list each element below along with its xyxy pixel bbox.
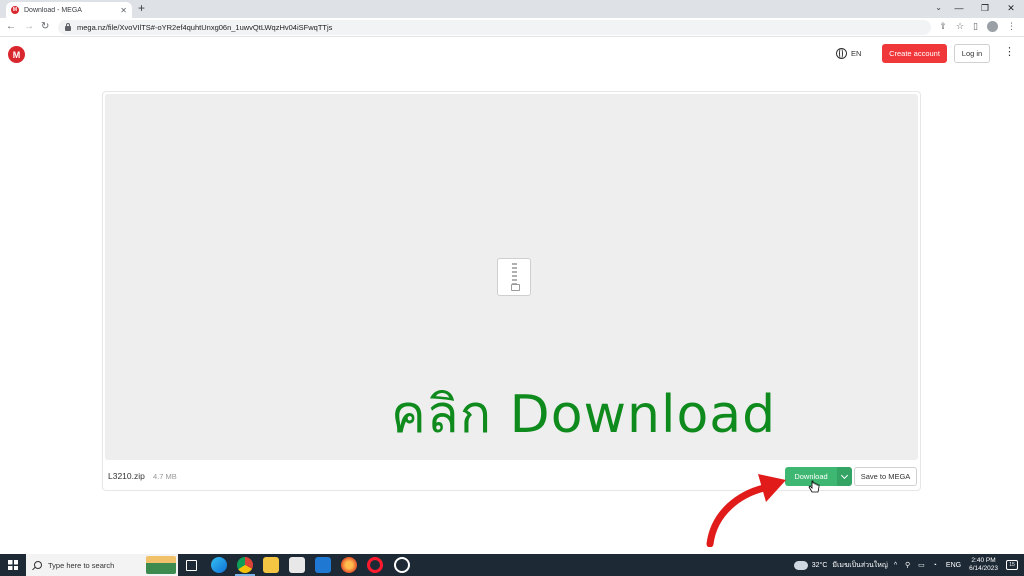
taskbar-clock[interactable]: 2:40 PM 6/14/2023 bbox=[969, 557, 998, 573]
restore-icon[interactable]: ❐ bbox=[972, 0, 998, 18]
red-arrow-icon bbox=[706, 474, 786, 547]
language-selector[interactable]: EN bbox=[836, 48, 861, 59]
window-close-icon[interactable]: ✕ bbox=[998, 0, 1024, 18]
mega-favicon-icon: M bbox=[11, 6, 19, 14]
browser-tabstrip: M Download - MEGA ✕ + ⌄ — ❐ ✕ bbox=[0, 0, 1024, 18]
mega-logo[interactable]: M bbox=[8, 46, 25, 63]
chrome-browser-icon[interactable] bbox=[237, 557, 253, 573]
file-size: 4.7 MB bbox=[153, 472, 177, 481]
input-language[interactable]: ENG bbox=[946, 562, 961, 569]
globe-icon bbox=[836, 48, 847, 59]
tab-search-chevron-icon[interactable]: ⌄ bbox=[935, 3, 942, 12]
overlay-instruction-text: คลิก Download bbox=[391, 385, 777, 445]
chevron-down-icon bbox=[840, 471, 849, 479]
browser-toolbar: ← → ↻ mega.nz/file/XvoVIlTS#-oYR2ef4quht… bbox=[0, 18, 1024, 37]
system-tray: 32°C มีเมฆเป็นส่วนใหญ่ ^ ⚲ ▭ ◔ ENG 2:40 … bbox=[793, 554, 1024, 576]
bookmark-star-icon[interactable]: ☆ bbox=[956, 21, 964, 32]
reload-icon[interactable]: ↻ bbox=[41, 21, 49, 32]
store-icon[interactable] bbox=[289, 557, 305, 573]
notification-icon[interactable]: 15 bbox=[1006, 560, 1018, 570]
download-options-button[interactable] bbox=[837, 467, 852, 486]
lock-icon[interactable] bbox=[65, 23, 71, 31]
profile-avatar[interactable] bbox=[987, 21, 998, 32]
address-bar[interactable]: mega.nz/file/XvoVIlTS#-oYR2ef4quhtUnxg06… bbox=[58, 20, 931, 35]
tab-title: Download - MEGA bbox=[24, 6, 82, 14]
zip-file-icon bbox=[497, 258, 531, 296]
side-panel-icon[interactable]: ▯ bbox=[973, 21, 978, 32]
file-name: L3210.zip bbox=[108, 471, 145, 481]
windows-start-icon[interactable] bbox=[8, 560, 18, 570]
create-account-button[interactable]: Create account bbox=[882, 44, 947, 63]
window-controls: — ❐ ✕ bbox=[946, 0, 1024, 18]
firefox-icon[interactable] bbox=[341, 557, 357, 573]
opera-icon[interactable] bbox=[367, 557, 383, 573]
minimize-icon[interactable]: — bbox=[946, 0, 972, 18]
file-explorer-icon[interactable] bbox=[263, 557, 279, 573]
tab-close-icon[interactable]: ✕ bbox=[120, 6, 127, 15]
file-preview-card: คลิก Download L3210.zip 4.7 MB Download … bbox=[102, 91, 921, 491]
toolbar-actions: ⇪ ☆ ▯ ⋮ bbox=[939, 21, 1016, 32]
back-arrow-icon[interactable]: ← bbox=[6, 21, 16, 32]
url-text: mega.nz/file/XvoVIlTS#-oYR2ef4quhtUnxg06… bbox=[77, 23, 333, 32]
weather-description[interactable]: มีเมฆเป็นส่วนใหญ่ bbox=[832, 560, 887, 571]
browser-menu-icon[interactable]: ⋮ bbox=[1007, 21, 1016, 32]
language-label: EN bbox=[851, 49, 862, 58]
clock-time: 2:40 PM bbox=[971, 557, 996, 564]
tab-download-mega[interactable]: M Download - MEGA ✕ bbox=[6, 2, 132, 18]
cloud-weather-icon[interactable] bbox=[793, 560, 808, 570]
hand-cursor-icon bbox=[808, 480, 820, 493]
search-placeholder: Type here to search bbox=[48, 560, 115, 570]
search-icon bbox=[34, 561, 42, 569]
mail-icon[interactable] bbox=[315, 557, 331, 573]
edge-browser-icon[interactable] bbox=[211, 557, 227, 573]
weather-temp[interactable]: 32°C bbox=[812, 562, 828, 569]
file-preview-area: คลิก Download bbox=[105, 94, 918, 460]
login-button[interactable]: Log in bbox=[954, 44, 990, 63]
page-menu-icon[interactable]: ⋮ bbox=[1004, 47, 1015, 58]
taskbar: Type here to search 32°C มีเมฆเป็นส่วนให… bbox=[0, 554, 1024, 576]
tray-icons[interactable]: ^ ⚲ ▭ ◔ bbox=[894, 561, 940, 569]
search-highlight-art bbox=[146, 556, 176, 574]
save-to-mega-button[interactable]: Save to MEGA bbox=[854, 467, 917, 486]
share-icon[interactable]: ⇪ bbox=[939, 21, 947, 32]
forward-arrow-icon[interactable]: → bbox=[24, 21, 34, 32]
new-tab-button[interactable]: + bbox=[138, 1, 145, 15]
clock-app-icon[interactable] bbox=[394, 557, 410, 573]
clock-date: 6/14/2023 bbox=[969, 565, 998, 572]
task-view-icon[interactable] bbox=[186, 560, 197, 571]
